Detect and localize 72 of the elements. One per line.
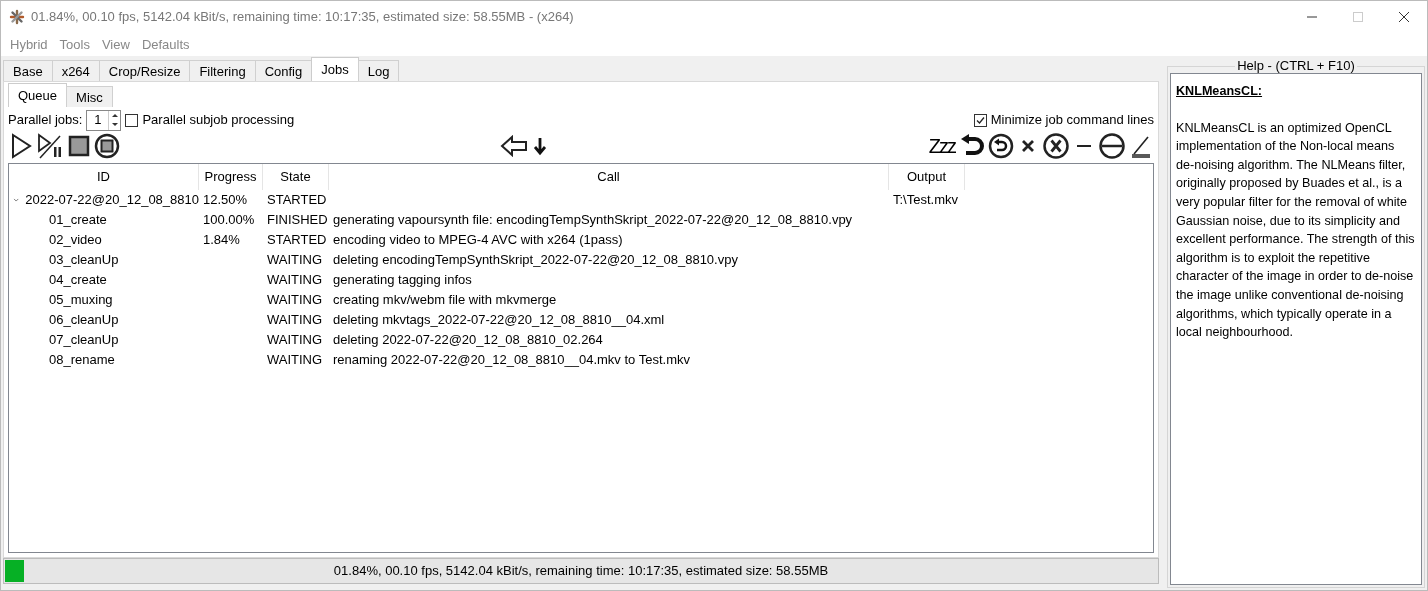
table-cell-text: FINISHED — [266, 211, 329, 230]
undo-icon[interactable] — [960, 134, 984, 158]
table-cell-text: 2022-07-22@20_12_08_8810 — [25, 191, 199, 210]
menu-item[interactable]: Tools — [53, 34, 96, 55]
table-cell-text: generating vapoursynth file: encodingTempSynthSkript_2022-07-22@20_12_08_8810.vpy — [332, 211, 854, 230]
menu-item[interactable]: View — [95, 34, 136, 55]
table-cell-text: creating mkv/webm file with mkvmerge — [332, 291, 558, 310]
table-cell-text: 04_create — [49, 271, 107, 290]
table-cell-text: renaming 2022-07-22@20_12_08_8810__04.mkv to Test.mkv — [332, 351, 691, 370]
tab[interactable]: Config — [254, 60, 313, 81]
column-header[interactable]: Output — [889, 164, 965, 190]
help-paragraph: KNLMeansCL is an optimized OpenCL implementation of the Non-local means de-noising algorithm. The NLMeans filter, originally proposed by Buades et al., is a very popular filter for the removal of white Gaussian noise, due to its simplicity and excellent performance. The strength of this algorithm is to exploit the repetitive character of the image in order to de-noise the image unlike conventional de-noising algorithms, which typically operate in a local neighbourhood. — [1176, 119, 1416, 342]
table-cell-text: deleting mkvtags_2022-07-22@20_12_08_8810__04.xml — [332, 311, 666, 330]
help-heading: KNLMeansCL: — [1176, 83, 1264, 100]
tab[interactable]: Base — [3, 60, 53, 81]
table-cell-text: STARTED — [266, 191, 328, 210]
checkbox[interactable] — [125, 113, 139, 127]
table-cell-text: 12.50% — [202, 191, 249, 210]
close-icon[interactable] — [1399, 12, 1409, 22]
table-cell-text: WAITING — [266, 251, 324, 270]
table-cell-text: WAITING — [266, 311, 324, 330]
minus-circle-icon[interactable] — [1098, 132, 1126, 160]
menu-item[interactable]: Defaults — [135, 34, 196, 55]
table-cell-text: WAITING — [266, 291, 324, 310]
table-cell-text: 03_cleanUp — [49, 251, 119, 270]
stop-icon[interactable] — [68, 135, 90, 157]
field-label: Parallel jobs: — [8, 111, 83, 130]
number-spinner[interactable]: 1 — [86, 109, 122, 131]
table-cell-text: deleting encodingTempSynthSkript_2022-07-22@20_12_08_8810.vpy — [332, 251, 739, 270]
tab[interactable]: Queue — [8, 83, 68, 107]
tab[interactable]: Jobs — [311, 57, 359, 81]
checkbox-label: Parallel subjob processing — [142, 111, 295, 130]
cross-circle-icon[interactable] — [1042, 132, 1070, 160]
app-icon — [9, 9, 25, 25]
table-cell-text: 07_cleanUp — [49, 331, 119, 350]
column-header[interactable]: Call — [329, 164, 889, 190]
table-cell-text: 1.84% — [202, 231, 241, 250]
down-arrow-icon[interactable] — [531, 136, 548, 156]
table-cell-text: 02_video — [49, 231, 102, 250]
table-cell-text: WAITING — [266, 271, 324, 290]
table-cell-text: 01_create — [49, 211, 107, 230]
clear-icon[interactable] — [1130, 134, 1152, 158]
checkbox-label: Minimize job command lines — [990, 111, 1154, 130]
table-cell-text: 100.00% — [202, 211, 256, 230]
table-cell-text: 08_rename — [49, 351, 115, 370]
sleep-button[interactable]: Zzz — [925, 136, 958, 156]
tab[interactable]: Crop/Resize — [98, 60, 191, 81]
table-cell-text: deleting 2022-07-22@20_12_08_8810_02.264 — [332, 331, 604, 350]
left-arrow-icon[interactable] — [499, 135, 528, 157]
window-title: 01.84%, 00.10 fps, 5142.04 kBit/s, remaining time: 10:17:35, estimated size: 58.55MB - (x264) — [31, 8, 574, 27]
table-cell-text: 06_cleanUp — [49, 311, 119, 330]
column-header[interactable]: ID — [9, 164, 199, 190]
table-cell-text: 05_muxing — [49, 291, 113, 310]
table-cell-text: T:\Test.mkv — [892, 191, 959, 210]
panel-title: Help - (CTRL + F10) — [1235, 58, 1357, 73]
table-cell-text: generating tagging infos — [332, 271, 473, 290]
tab[interactable]: Filtering — [189, 60, 256, 81]
column-header[interactable]: Progress — [199, 164, 263, 190]
menu-item[interactable]: Hybrid — [4, 34, 54, 55]
checkbox[interactable] — [973, 113, 987, 127]
table-cell-text: STARTED — [266, 231, 328, 250]
stop-circle-icon[interactable] — [94, 133, 120, 159]
tab[interactable]: Log — [357, 60, 400, 81]
play-icon[interactable] — [10, 133, 32, 159]
table-cell-text: WAITING — [266, 331, 324, 350]
table-cell-text: encoding video to MPEG-4 AVC with x264 (1pass) — [332, 231, 624, 250]
tab[interactable]: Misc — [66, 86, 113, 107]
column-header[interactable]: State — [263, 164, 329, 190]
undo-circle-icon[interactable] — [988, 133, 1014, 159]
status-text: 01.84%, 00.10 fps, 5142.04 kBit/s, remaining time: 10:17:35, estimated size: 58.55MB — [332, 562, 830, 581]
table-cell-text: WAITING — [266, 351, 324, 370]
play-pause-icon[interactable] — [36, 133, 64, 159]
